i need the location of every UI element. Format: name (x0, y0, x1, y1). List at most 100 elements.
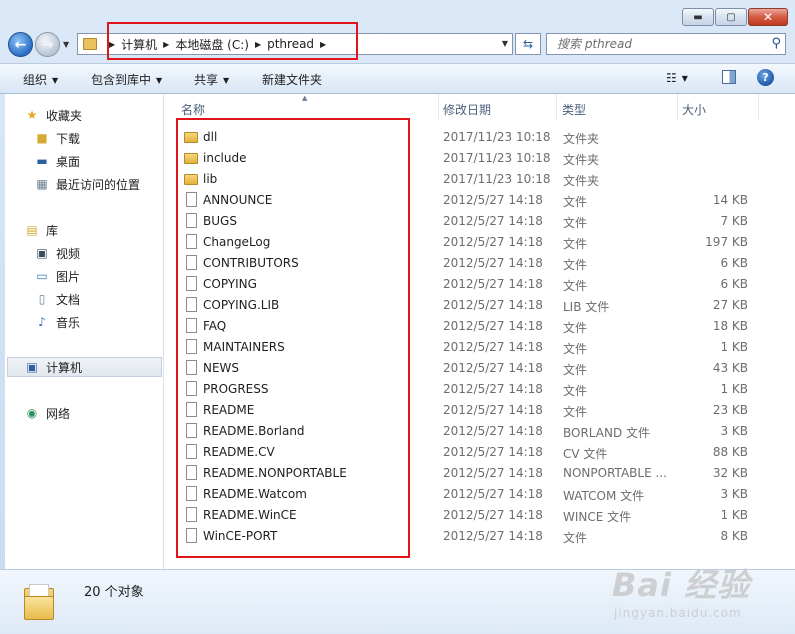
breadcrumb-computer[interactable]: 计算机 (121, 36, 157, 53)
file-icon (186, 339, 197, 354)
file-date: 2012/5/27 14:18 (443, 382, 543, 396)
search-icon[interactable]: ⚲ (771, 36, 781, 51)
table-row[interactable]: CONTRIBUTORS 2012/5/27 14:18 文件 6 KB (164, 253, 784, 274)
large-folder-icon (24, 584, 54, 620)
minimize-button[interactable]: ▬ (682, 8, 714, 26)
column-divider[interactable] (677, 94, 678, 120)
breadcrumb-pthread[interactable]: pthread (267, 37, 314, 51)
recent-pages-dropdown[interactable]: ▼ (63, 40, 69, 49)
nav-network[interactable]: ◉ 网络 (24, 403, 163, 423)
file-icon (186, 276, 197, 291)
nav-item-label: 视频 (56, 246, 81, 261)
column-divider[interactable] (438, 94, 439, 120)
search-input[interactable] (555, 36, 759, 52)
breadcrumb-local-disk[interactable]: 本地磁盘 (C:) (175, 36, 249, 53)
file-size: 1 KB (720, 340, 748, 354)
file-type: 文件 (563, 405, 588, 419)
file-name: FAQ (203, 319, 227, 333)
forward-button[interactable]: → (35, 32, 60, 57)
close-button[interactable]: ✕ (748, 8, 788, 26)
table-row[interactable]: lib 2017/11/23 10:18 文件夹 (164, 169, 784, 190)
file-type: 文件 (563, 363, 588, 377)
table-row[interactable]: FAQ 2012/5/27 14:18 文件 18 KB (164, 316, 784, 337)
change-view-button[interactable]: ☷ ▼ (666, 71, 688, 85)
table-row[interactable]: README.Watcom 2012/5/27 14:18 WATCOM 文件 3 K… (164, 484, 784, 505)
table-row[interactable]: ANNOUNCE 2012/5/27 14:18 文件 14 KB (164, 190, 784, 211)
nav-item-music[interactable]: ♪ 音乐 (34, 312, 163, 332)
nav-item-label: 文档 (56, 292, 81, 307)
table-row[interactable]: README.NONPORTABLE 2012/5/27 14:18 NONPORT… (164, 463, 784, 484)
file-name: README.CV (203, 445, 275, 459)
chevron-right-icon[interactable]: ▶ (320, 40, 326, 49)
column-header-date[interactable]: 修改日期 (443, 101, 491, 118)
nav-item-label: 音乐 (56, 315, 81, 330)
table-row[interactable]: BUGS 2012/5/27 14:18 文件 7 KB (164, 211, 784, 232)
table-row[interactable]: dll 2017/11/23 10:18 文件夹 (164, 127, 784, 148)
file-date: 2012/5/27 14:18 (443, 298, 543, 312)
navigation-bar: ← → ▼ ▶ 计算机 ▶ 本地磁盘 (C:) ▶ pthread ▶ ▼ ⇆ … (0, 22, 795, 60)
preview-pane-button[interactable] (722, 70, 736, 84)
table-row[interactable]: COPYING 2012/5/27 14:18 文件 6 KB (164, 274, 784, 295)
address-bar[interactable]: ▶ 计算机 ▶ 本地磁盘 (C:) ▶ pthread ▶ ▼ (77, 33, 513, 55)
file-name: include (203, 151, 247, 165)
nav-favorites-label: 收藏夹 (46, 108, 83, 123)
file-size: 197 KB (705, 235, 748, 249)
file-name: COPYING (203, 277, 257, 291)
nav-item-videos[interactable]: ▣ 视频 (34, 243, 163, 263)
table-row[interactable]: PROGRESS 2012/5/27 14:18 文件 1 KB (164, 379, 784, 400)
table-row[interactable]: README 2012/5/27 14:18 文件 23 KB (164, 400, 784, 421)
back-button[interactable]: ← (8, 32, 33, 57)
address-dropdown-icon[interactable]: ▼ (502, 39, 508, 48)
file-size: 18 KB (712, 319, 748, 333)
table-row[interactable]: include 2017/11/23 10:18 文件夹 (164, 148, 784, 169)
file-date: 2012/5/27 14:18 (443, 214, 543, 228)
file-icon (186, 486, 197, 501)
table-row[interactable]: README.WinCE 2012/5/27 14:18 WINCE 文件 1 KB (164, 505, 784, 526)
nav-favorites[interactable]: ★ 收藏夹 (24, 105, 163, 125)
chevron-right-icon[interactable]: ▶ (163, 40, 169, 49)
network-icon: ◉ (26, 406, 38, 420)
table-row[interactable]: MAINTAINERS 2012/5/27 14:18 文件 1 KB (164, 337, 784, 358)
nav-item-downloads[interactable]: ■ 下载 (34, 128, 163, 148)
share-button[interactable]: 共享 ▼ (194, 71, 229, 88)
caret-down-icon: ▼ (681, 74, 688, 83)
share-label: 共享 (194, 73, 219, 87)
table-row[interactable]: COPYING.LIB 2012/5/27 14:18 LIB 文件 27 KB (164, 295, 784, 316)
nav-item-pictures[interactable]: ▭ 图片 (34, 266, 163, 286)
nav-item-desktop[interactable]: ▬ 桌面 (34, 151, 163, 171)
file-size: 8 KB (720, 529, 748, 543)
search-box[interactable]: ⚲ (546, 33, 786, 55)
table-row[interactable]: README.Borland 2012/5/27 14:18 BORLAND 文件 3… (164, 421, 784, 442)
nav-libraries-label: 库 (46, 223, 59, 238)
maximize-button[interactable]: ▢ (715, 8, 747, 26)
help-button[interactable]: ? (757, 69, 774, 86)
file-size: 23 KB (712, 403, 748, 417)
include-in-library-button[interactable]: 包含到库中 ▼ (91, 71, 162, 88)
column-header-size[interactable]: 大小 (682, 101, 706, 118)
nav-computer[interactable]: ▣ 计算机 (7, 357, 162, 377)
nav-item-recent-places[interactable]: ▦ 最近访问的位置 (34, 174, 163, 194)
table-row[interactable]: NEWS 2012/5/27 14:18 文件 43 KB (164, 358, 784, 379)
file-name: ANNOUNCE (203, 193, 273, 207)
column-header-type[interactable]: 类型 (562, 101, 586, 118)
file-name: MAINTAINERS (203, 340, 285, 354)
column-divider[interactable] (556, 94, 557, 120)
file-date: 2017/11/23 10:18 (443, 151, 551, 165)
explorer-window: ▬ ▢ ✕ ← → ▼ ▶ 计算机 ▶ 本地磁盘 (C:) ▶ pthread … (0, 0, 795, 634)
refresh-button[interactable]: ⇆ (515, 33, 541, 55)
file-size: 27 KB (712, 298, 748, 312)
nav-item-documents[interactable]: ▯ 文档 (34, 289, 163, 309)
column-header-name[interactable]: 名称 (181, 101, 205, 118)
nav-libraries[interactable]: ▤ 库 (24, 220, 163, 240)
new-folder-button[interactable]: 新建文件夹 (262, 71, 322, 88)
file-date: 2012/5/27 14:18 (443, 466, 543, 480)
table-row[interactable]: README.CV 2012/5/27 14:18 CV 文件 88 KB (164, 442, 784, 463)
column-divider[interactable] (758, 94, 759, 120)
file-icon (186, 507, 197, 522)
chevron-right-icon[interactable]: ▶ (255, 40, 261, 49)
table-row[interactable]: WinCE-PORT 2012/5/27 14:18 文件 8 KB (164, 526, 784, 547)
table-row[interactable]: ChangeLog 2012/5/27 14:18 文件 197 KB (164, 232, 784, 253)
organize-button[interactable]: 组织 ▼ (23, 71, 58, 88)
chevron-right-icon[interactable]: ▶ (109, 40, 115, 49)
folder-icon (184, 174, 198, 185)
